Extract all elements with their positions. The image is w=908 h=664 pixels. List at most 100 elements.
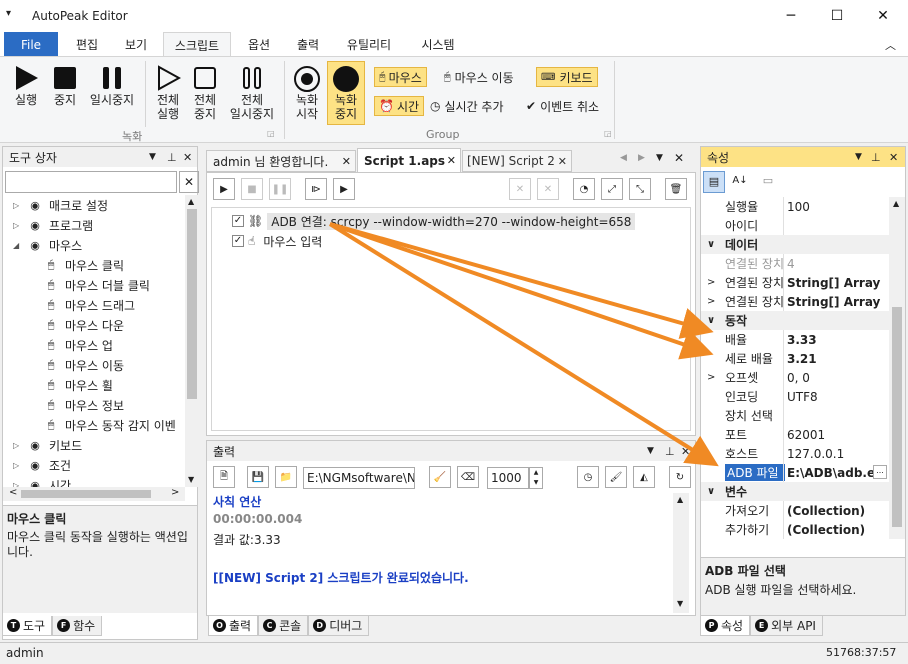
property-row[interactable]: > 오프셋 0, 0 xyxy=(701,368,889,387)
panel-menu-icon[interactable]: ▼ xyxy=(647,446,654,456)
toolbox-item[interactable]: ▷ ◉ 프로그램 xyxy=(3,215,185,235)
panel-close-icon[interactable]: ✕ xyxy=(183,151,192,164)
toolbox-item[interactable]: 🖱 마우스 정보 xyxy=(3,395,185,415)
tab-edit[interactable]: 편집 xyxy=(62,32,112,57)
browse-button[interactable]: ... xyxy=(873,465,887,479)
tab-tools[interactable]: T 도구 xyxy=(2,616,53,636)
property-value[interactable]: 3.21 xyxy=(787,352,887,366)
system-menu-icon[interactable]: ▾ xyxy=(6,8,11,19)
keyboard-toggle[interactable]: ⌨ 키보드 xyxy=(536,67,598,87)
close-tab-icon[interactable]: ✕ xyxy=(342,155,351,168)
property-value[interactable]: UTF8 xyxy=(787,390,887,404)
tab-properties[interactable]: P 속성 xyxy=(700,616,751,636)
tab-view[interactable]: 보기 xyxy=(112,32,160,57)
properties-vscrollbar[interactable]: ▲ xyxy=(889,197,905,539)
record-start-button[interactable]: 녹화 시작 xyxy=(288,65,326,121)
scroll-down-arrow[interactable]: ▼ xyxy=(188,475,194,484)
property-row[interactable]: 연결된 장치 4 xyxy=(701,254,889,273)
property-row[interactable]: > 연결된 장치 String[] Array xyxy=(701,273,889,292)
panel-menu-icon[interactable]: ▼ xyxy=(149,152,156,162)
pause-script-button[interactable]: ❚❚ xyxy=(269,178,291,200)
toolbox-item[interactable]: ◢ ◉ 마우스 xyxy=(3,235,185,255)
step-button[interactable]: ⧐ xyxy=(305,178,327,200)
property-row[interactable]: 호스트 127.0.0.1 xyxy=(701,444,889,463)
close-button[interactable]: ✕ xyxy=(860,0,906,32)
tab-options[interactable]: 옵션 xyxy=(236,32,282,57)
search-clear-button[interactable]: ✕ xyxy=(179,171,199,193)
toolbox-item[interactable]: 🖱 마우스 휠 xyxy=(3,375,185,395)
delete-button[interactable]: 🗑 xyxy=(665,178,687,200)
property-category[interactable]: ∨ 동작 xyxy=(701,311,889,330)
panel-menu-icon[interactable]: ▼ xyxy=(855,152,862,162)
tab-console[interactable]: C 콘솔 xyxy=(258,616,309,636)
property-value[interactable]: (Collection) xyxy=(787,523,887,537)
close-tab-icon[interactable]: ✕ xyxy=(447,154,456,167)
run-button[interactable]: 실행 xyxy=(6,65,46,107)
group-launcher-icon[interactable]: ◲ xyxy=(267,129,275,138)
scroll-up-arrow[interactable]: ▲ xyxy=(188,197,194,206)
property-category[interactable]: ∨ 변수 xyxy=(701,482,889,501)
pin-icon[interactable]: ⊥ xyxy=(665,445,675,458)
output-vscrollbar[interactable]: ▲ ▼ xyxy=(673,493,689,613)
property-value[interactable]: String[] Array xyxy=(787,295,887,309)
toolbox-item[interactable]: ▷ ◉ 매크로 설정 xyxy=(3,195,185,215)
panel-close-icon[interactable]: ✕ xyxy=(889,151,898,164)
property-value[interactable]: String[] Array xyxy=(787,276,887,290)
scroll-up-arrow[interactable]: ▲ xyxy=(893,199,899,208)
pause-button[interactable]: 일시중지 xyxy=(84,65,140,107)
toolbox-item[interactable]: 🖱 마우스 동작 감지 이벤 xyxy=(3,415,185,435)
toolbox-hscrollbar[interactable]: < > xyxy=(3,487,185,501)
toolbox-item[interactable]: 🖱 마우스 드래그 xyxy=(3,295,185,315)
tab-debug[interactable]: D 디버그 xyxy=(308,616,370,636)
line-count-input[interactable]: 1000 xyxy=(487,467,529,489)
tab-scroll-left-icon[interactable]: ◀ xyxy=(620,153,627,163)
hscroll-thumb[interactable] xyxy=(21,490,151,498)
refresh-icon[interactable]: ↻ xyxy=(669,466,691,488)
checkbox[interactable]: ✓ xyxy=(232,215,244,227)
toolbox-item[interactable]: ▷ ◉ 조건 xyxy=(3,455,185,475)
expand-icon[interactable]: ◢ xyxy=(13,241,25,250)
eraser-icon[interactable]: ⌫ xyxy=(457,466,479,488)
expand-icon[interactable]: ∨ xyxy=(701,486,725,497)
property-value[interactable]: (Collection) xyxy=(787,504,887,518)
property-category[interactable]: ∨ 데이터 xyxy=(701,235,889,254)
toolbox-item[interactable]: 🖱 마우스 더블 클릭 xyxy=(3,275,185,295)
tab-system[interactable]: 시스템 xyxy=(410,32,466,57)
tab-functions[interactable]: F 함수 xyxy=(52,616,103,636)
expand-icon[interactable]: ∨ xyxy=(701,315,725,326)
property-value[interactable]: 127.0.0.1 xyxy=(787,447,887,461)
tab-external-api[interactable]: E 외부 API xyxy=(750,616,823,636)
property-value[interactable]: E:\ADB\adb.e xyxy=(787,466,873,480)
close-tab-icon[interactable]: ✕ xyxy=(558,155,567,168)
script-line[interactable]: ✓ ☝ 마우스 입력 xyxy=(232,232,326,250)
tab-script[interactable]: 스크립트 xyxy=(163,32,231,57)
count-spinner[interactable]: ▲ ▼ xyxy=(529,467,543,489)
sort-alpha-icon[interactable]: A↓ xyxy=(729,171,751,193)
scroll-right-arrow[interactable]: > xyxy=(171,487,179,498)
tab-output-pane[interactable]: O 출력 xyxy=(208,616,259,636)
path-input[interactable]: E:\NGMsoftware\NG xyxy=(303,467,415,489)
remove-button[interactable]: ✕ xyxy=(537,178,559,200)
tab-output[interactable]: 출력 xyxy=(284,32,332,57)
scroll-up-arrow[interactable]: ▲ xyxy=(677,495,683,504)
property-row[interactable]: 세로 배율 3.21 xyxy=(701,349,889,368)
tab-scroll-right-icon[interactable]: ▶ xyxy=(638,153,645,163)
toolbox-item[interactable]: 🖱 마우스 다운 xyxy=(3,315,185,335)
doc-tab-script2[interactable]: [NEW] Script 2 ✕ xyxy=(462,150,572,172)
run-all-button[interactable]: 전체 실행 xyxy=(148,65,188,121)
expand-icon[interactable]: > xyxy=(701,277,725,288)
scroll-thumb[interactable] xyxy=(892,307,902,527)
stop-script-button[interactable]: ■ xyxy=(241,178,263,200)
event-cancel-toggle[interactable]: ✔ 이벤트 취소 xyxy=(526,96,599,116)
property-row[interactable]: 장치 선택 xyxy=(701,406,889,425)
property-value[interactable]: 4 xyxy=(787,257,887,271)
toolbox-item[interactable]: ▷ ◉ 키보드 xyxy=(3,435,185,455)
property-value[interactable]: 62001 xyxy=(787,428,887,442)
tab-list-icon[interactable]: ▼ xyxy=(656,153,663,163)
mouse-move-toggle[interactable]: 🖱 마우스 이동 xyxy=(444,67,514,87)
property-row[interactable]: 아이디 xyxy=(701,216,889,235)
expand-icon[interactable]: ▷ xyxy=(13,201,25,210)
property-row[interactable]: > 연결된 장치 String[] Array xyxy=(701,292,889,311)
script-line[interactable]: ✓ ⛓ ADB 연결: scrcpy --window-width=270 --… xyxy=(232,212,636,230)
brush-icon[interactable]: 🖌 xyxy=(605,466,627,488)
